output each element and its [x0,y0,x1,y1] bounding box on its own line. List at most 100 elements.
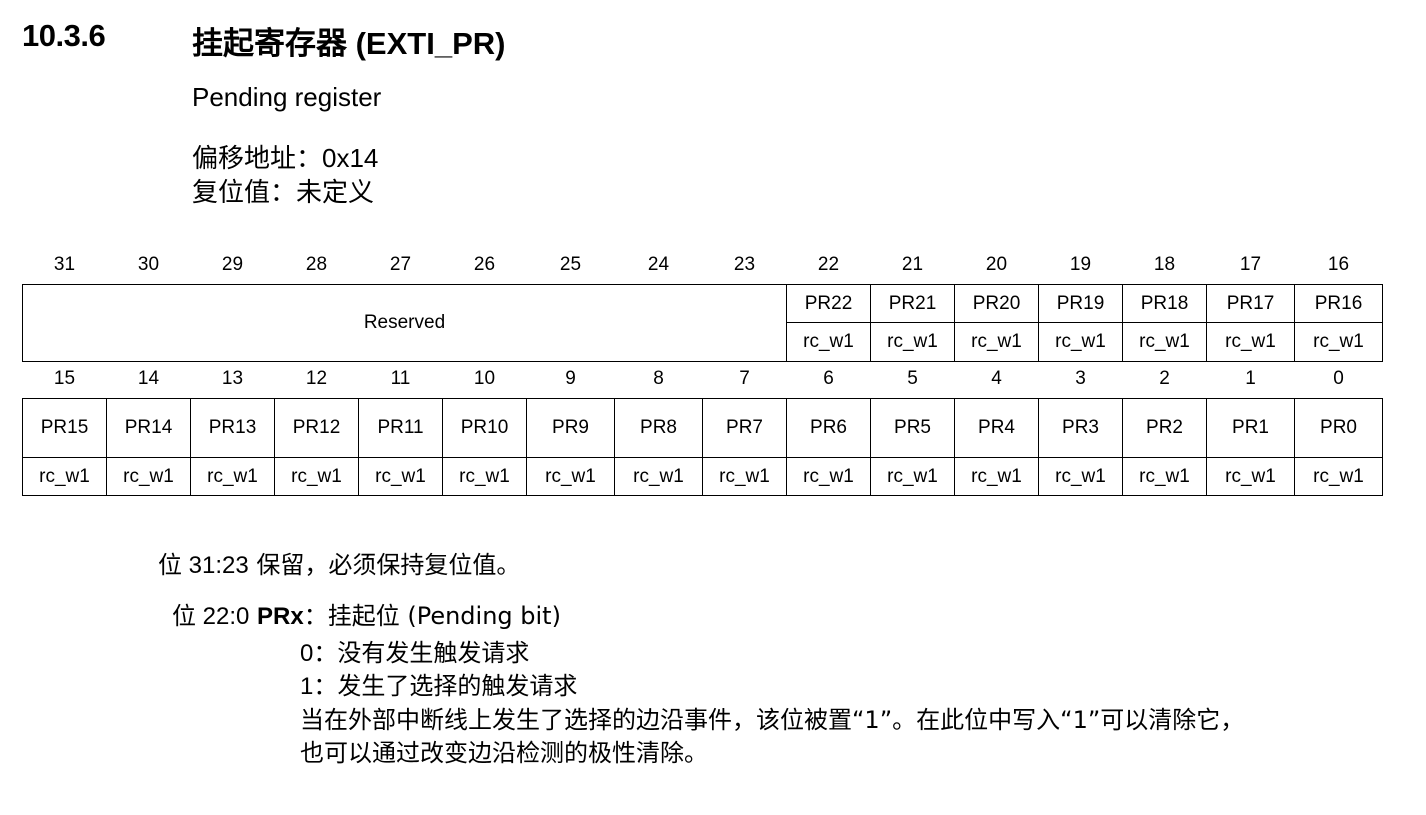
bits-31-23-description: 位 31:23 保留，必须保持复位值。 [158,545,520,580]
field-cell: PR6 [786,398,871,458]
bit-number: 30 [137,254,160,275]
bit-number: 10 [473,368,496,389]
note-line-1: 当在外部中断线上发生了选择的边沿事件，该位被置“1”。在此位中写入“1”可以清除… [300,706,1245,734]
field-cell: PR13 [190,398,275,458]
field-cell: PR0 [1294,398,1383,458]
bit-number: 27 [389,254,412,275]
register-table-high: 31 30 29 28 27 26 25 24 23 22 21 20 19 1… [22,246,1383,362]
field-cell: PR9 [526,398,615,458]
access-cell: rc_w1 [22,457,107,496]
bits-22-0-label: 位 22:0 [172,603,250,630]
bit-number: 7 [739,368,750,389]
bit-number: 12 [305,368,328,389]
access-cell: rc_w1 [954,322,1039,362]
bit-number: 16 [1327,254,1350,275]
reserved-field: Reserved [22,284,787,362]
bit-number: 6 [823,368,834,389]
bit-number: 2 [1159,368,1170,389]
bit-number-row-high: 31 30 29 28 27 26 25 24 23 22 21 20 19 1… [23,246,1383,285]
field-cell: PR12 [274,398,359,458]
bits-22-0-sep: ： [303,602,328,630]
bits-22-0-field: PRx [257,603,304,630]
field-cell: PR15 [22,398,107,458]
field-cell: PR4 [954,398,1039,458]
option-0-text: ：没有发生触发请求 [313,639,530,667]
bit-number: 17 [1239,254,1262,275]
bit-number: 26 [473,254,496,275]
option-0-key: 0 [300,640,314,667]
field-row-low: PR15 PR14 PR13 PR12 PR11 PR10 PR9 PR8 PR… [22,398,1383,458]
access-cell: rc_w1 [1038,457,1123,496]
access-cell: rc_w1 [786,457,871,496]
option-1-key: 1 [300,673,314,700]
field-cell: PR8 [614,398,703,458]
reset-label: 复位值： [192,178,297,208]
section-number: 10.3.6 [22,18,106,53]
field-cell: PR20 [954,284,1039,323]
access-cell: rc_w1 [106,457,191,496]
access-cell: rc_w1 [870,322,955,362]
offset-value: 0x14 [322,143,379,173]
bit-number: 29 [221,254,244,275]
bit-number: 5 [907,368,918,389]
register-table-low: 15 14 13 12 11 10 9 8 7 6 5 4 3 2 1 0 PR… [22,360,1383,496]
offset-line: 偏移地址：0x14 [192,138,378,175]
field-cell: PR17 [1206,284,1295,323]
bit-number: 11 [390,368,411,389]
bit-number: 20 [985,254,1008,275]
bits-31-23-text: 保留，必须保持复位值。 [256,551,521,579]
bit-number: 15 [53,368,76,389]
reset-value: 未定义 [296,178,375,208]
bit-number: 24 [647,254,670,275]
section-title: 挂起寄存器 (EXTI_PR) [192,26,506,61]
access-row-low: rc_w1 rc_w1 rc_w1 rc_w1 rc_w1 rc_w1 rc_w… [22,457,1383,496]
bit-number: 9 [565,368,576,389]
bit-number: 22 [817,254,840,275]
access-cell: rc_w1 [190,457,275,496]
bit-number: 0 [1333,368,1344,389]
field-cell: PR1 [1206,398,1295,458]
field-cell: PR16 [1294,284,1383,323]
access-cell: rc_w1 [1294,457,1383,496]
offset-label: 偏移地址： [192,144,323,174]
field-cell: PR11 [358,398,443,458]
field-cell: PR14 [106,398,191,458]
bit-number: 1 [1245,368,1256,389]
bit-number-row-low: 15 14 13 12 11 10 9 8 7 6 5 4 3 2 1 0 [23,360,1383,399]
access-cell: rc_w1 [526,457,615,496]
note-line-2: 也可以通过改变边沿检测的极性清除。 [300,739,708,767]
field-cell: PR3 [1038,398,1123,458]
bit-number: 4 [991,368,1002,389]
bits-22-0-description: 位 22:0 PRx：挂起位 (Pending bit) [172,596,561,631]
register-subtitle: Pending register [192,82,382,112]
bit-number: 19 [1069,254,1092,275]
bits-31-23-label: 位 31:23 [158,552,249,579]
access-cell: rc_w1 [614,457,703,496]
field-cell: PR10 [442,398,527,458]
field-cell: PR18 [1122,284,1207,323]
access-cell: rc_w1 [1122,322,1207,362]
bit-number: 13 [221,368,244,389]
access-cell: rc_w1 [1206,322,1295,362]
access-cell: rc_w1 [1206,457,1295,496]
access-cell: rc_w1 [1038,322,1123,362]
option-0: 0：没有发生触发请求 [300,633,529,668]
field-cell: PR19 [1038,284,1123,323]
bits-22-0-text: 挂起位 (Pending bit) [327,602,561,630]
access-cell: rc_w1 [702,457,787,496]
field-row-high: Reserved PR22 PR21 PR20 PR19 PR18 PR17 P… [22,284,1383,362]
access-cell: rc_w1 [1294,322,1383,362]
bit-number: 14 [137,368,160,389]
field-cell: PR5 [870,398,955,458]
access-cell: rc_w1 [870,457,955,496]
reset-line: 复位值：未定义 [192,172,374,209]
bit-number: 28 [305,254,328,275]
option-1-text: ：发生了选择的触发请求 [313,672,578,700]
bit-number: 8 [653,368,664,389]
bit-number: 23 [733,254,756,275]
field-cell: PR21 [870,284,955,323]
access-cell: rc_w1 [1122,457,1207,496]
bit-number: 3 [1075,368,1086,389]
access-cell: rc_w1 [786,322,871,362]
access-cell: rc_w1 [358,457,443,496]
